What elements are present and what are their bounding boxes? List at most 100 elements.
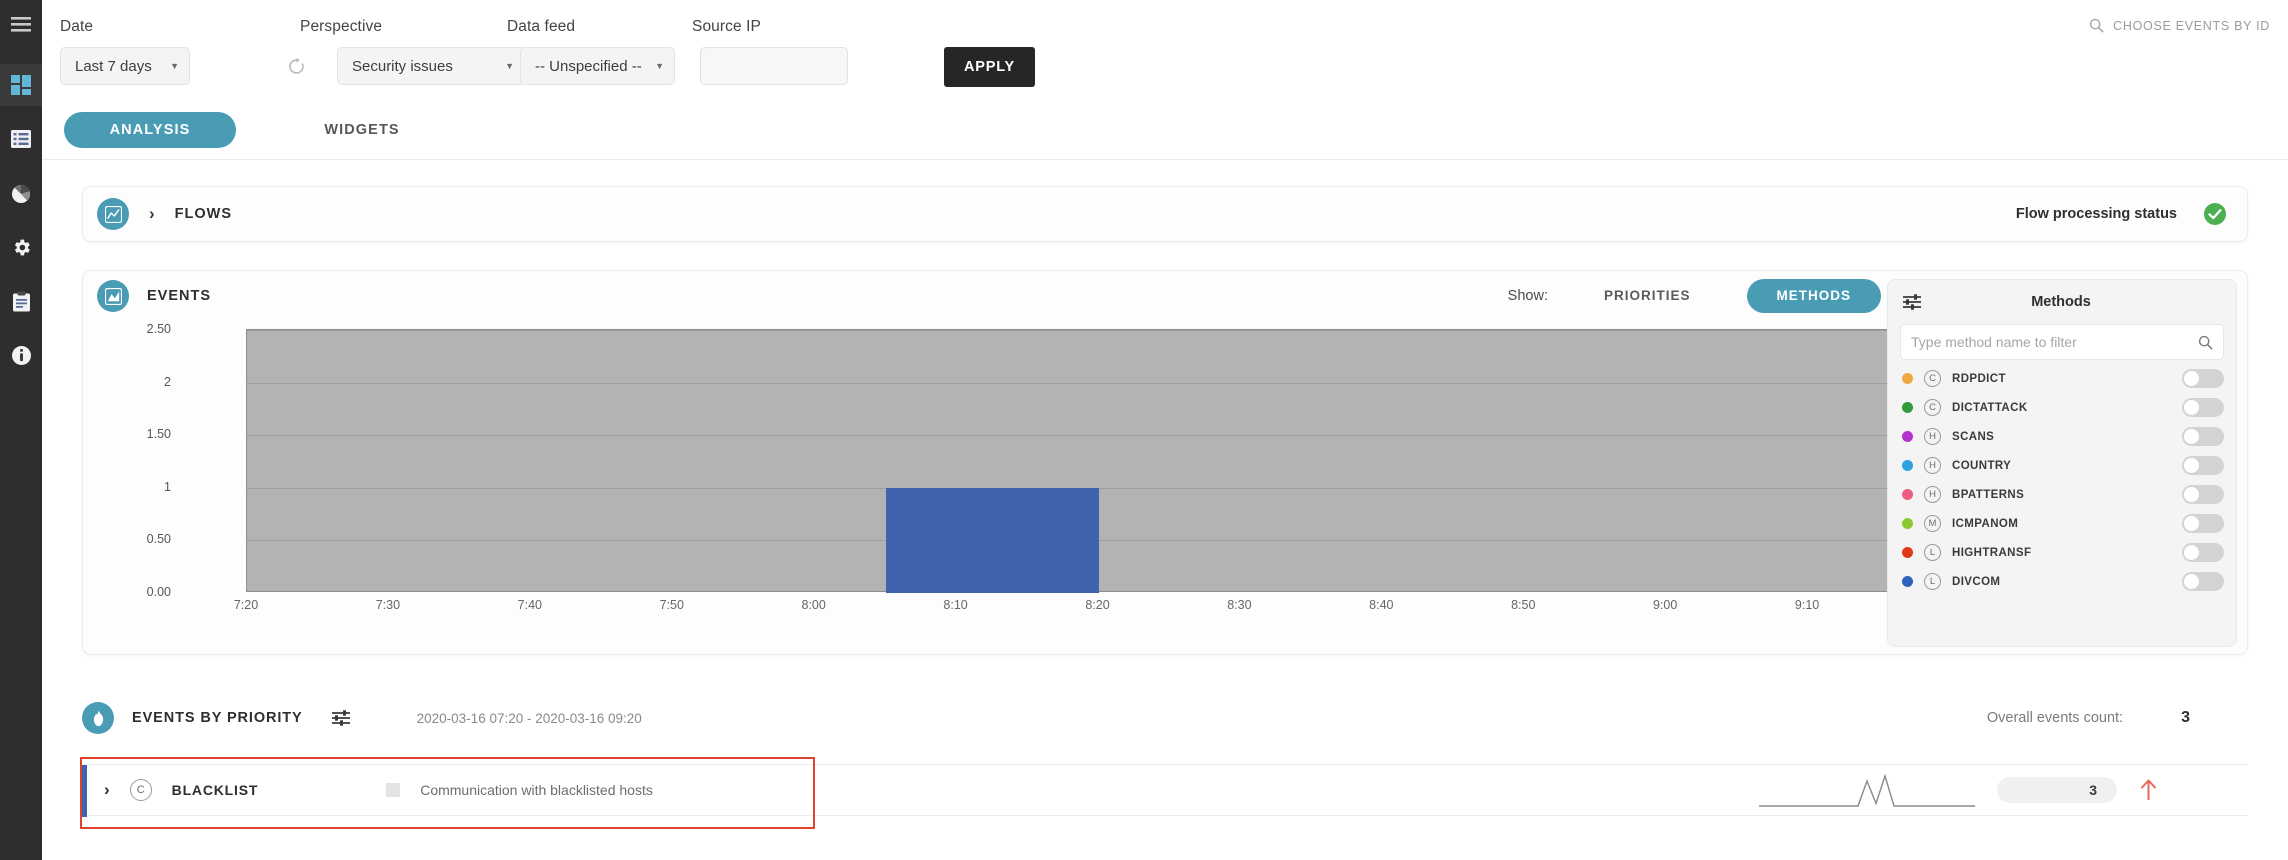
sidebar-item-list[interactable] [0,118,42,160]
choose-events-by-id-label: CHOOSE EVENTS BY ID [2113,19,2270,33]
menu-icon[interactable] [0,4,42,46]
method-row[interactable]: M ICMPANOM [1888,509,2236,538]
method-toggle[interactable] [2182,456,2224,475]
apply-button[interactable]: APPLY [944,47,1035,87]
method-toggle[interactable] [2182,572,2224,591]
method-color-dot [1902,460,1913,471]
date-select[interactable]: Last 7 days ▼ [60,47,190,85]
method-color-dot [1902,373,1913,384]
sidebar-item-info[interactable] [0,334,42,376]
events-by-priority-header: EVENTS BY PRIORITY 2020-03-16 07:20 - 20… [82,692,2248,744]
data-feed-select-value: -- Unspecified -- [535,58,642,75]
row-severity-badge: C [130,779,152,801]
method-toggle[interactable] [2182,369,2224,388]
method-toggle[interactable] [2182,485,2224,504]
sliders-icon[interactable] [1902,293,1922,311]
chart-bar[interactable] [886,488,1099,593]
sidebar-item-tasks[interactable] [0,280,42,322]
method-severity-badge: H [1924,428,1941,445]
segment-methods[interactable]: METHODS [1747,279,1882,313]
method-filter-wrapper [1900,324,2224,360]
row-metrics: 3 [1759,770,2248,810]
sliders-icon[interactable] [331,709,351,727]
data-feed-select[interactable]: -- Unspecified -- ▼ [520,47,675,85]
method-toggle[interactable] [2182,543,2224,562]
x-axis-tick-label: 8:50 [1511,598,1535,612]
y-axis-tick-label: 2 [111,375,171,389]
method-name: RDPDICT [1952,373,2006,385]
source-ip-input[interactable] [700,47,848,85]
method-row[interactable]: C DICTATTACK [1888,393,2236,422]
grid-line [247,435,1948,436]
y-axis-tick-label: 1.50 [111,427,171,441]
events-chart: 0.000.5011.5022.50 7:207:307:407:508:008… [83,321,1883,651]
method-severity-badge: H [1924,457,1941,474]
method-name: BPATTERNS [1952,489,2024,501]
events-panel: EVENTS Show: PRIORITIES METHODS 0.000.50… [82,270,2248,655]
method-severity-badge: M [1924,515,1941,532]
method-name: ICMPANOM [1952,518,2018,530]
flows-panel-header: › FLOWS [83,198,232,230]
refresh-icon[interactable] [282,52,310,80]
overall-events-count-value: 3 [2181,709,2190,727]
events-by-priority-date-range: 2020-03-16 07:20 - 2020-03-16 09:20 [417,711,642,726]
x-axis-tick-label: 7:50 [660,598,684,612]
flow-processing-status-label: Flow processing status [2016,206,2177,222]
method-color-dot [1902,576,1913,587]
x-axis-tick-label: 7:20 [234,598,258,612]
sidebar-item-reports[interactable] [0,172,42,214]
row-severity-bar [82,765,87,817]
date-label: Date [60,18,93,36]
table-row[interactable]: › C BLACKLIST Communication with blackli… [82,764,2248,816]
tab-widgets[interactable]: WIDGETS [292,112,432,148]
method-color-dot [1902,489,1913,500]
method-row[interactable]: LDIVCOM [1888,567,2236,596]
check-circle-icon [2203,202,2227,226]
search-icon[interactable] [2198,335,2213,350]
tab-analysis[interactable]: ANALYSIS [64,112,236,148]
x-axis-tick-label: 8:10 [943,598,967,612]
search-icon [2089,18,2104,33]
method-severity-badge: L [1924,544,1941,561]
methods-filter-panel: Methods CRDPDICTCDICTATTACKHSCANSHCOUNTR… [1887,279,2237,647]
overall-events-count: Overall events count: 3 [1987,709,2248,727]
segment-priorities[interactable]: PRIORITIES [1574,279,1721,313]
method-name: COUNTRY [1952,460,2011,472]
method-severity-badge: C [1924,399,1941,416]
sidebar-item-dashboard[interactable] [0,64,42,106]
flows-expand-chevron-icon[interactable]: › [149,204,155,224]
method-color-dot [1902,431,1913,442]
perspective-select-value: Security issues [352,58,453,75]
method-filter-input[interactable] [1911,334,2198,350]
x-axis-tick-label: 7:40 [518,598,542,612]
sidebar-item-settings[interactable] [0,226,42,268]
method-row[interactable]: LHIGHTRANSF [1888,538,2236,567]
tab-bar: ANALYSIS WIDGETS [42,112,2288,160]
events-icon [97,280,129,312]
method-row[interactable]: H COUNTRY [1888,451,2236,480]
method-color-dot [1902,547,1913,558]
flows-panel[interactable]: › FLOWS Flow processing status [82,186,2248,242]
x-axis-tick-label: 9:00 [1653,598,1677,612]
method-row[interactable]: CRDPDICT [1888,364,2236,393]
events-by-priority-title: EVENTS BY PRIORITY [132,710,303,726]
chevron-down-icon: ▼ [170,61,179,71]
choose-events-by-id-button[interactable]: CHOOSE EVENTS BY ID [2089,18,2270,33]
grid-line [247,383,1948,384]
method-row[interactable]: HBPATTERNS [1888,480,2236,509]
method-toggle[interactable] [2182,514,2224,533]
row-description: Communication with blacklisted hosts [420,782,653,798]
x-axis-tick-label: 8:40 [1369,598,1393,612]
fire-icon [82,702,114,734]
perspective-select[interactable]: Security issues ▼ [337,47,525,85]
method-toggle[interactable] [2182,398,2224,417]
chevron-down-icon: ▼ [505,61,514,71]
method-toggle[interactable] [2182,427,2224,446]
method-name: DICTATTACK [1952,402,2028,414]
method-row[interactable]: HSCANS [1888,422,2236,451]
row-expand-chevron-icon[interactable]: › [104,780,110,800]
flow-processing-status: Flow processing status [2016,202,2247,226]
x-axis-tick-label: 9:10 [1795,598,1819,612]
events-chart-plot-area [246,329,1949,592]
data-feed-label: Data feed [507,18,575,36]
